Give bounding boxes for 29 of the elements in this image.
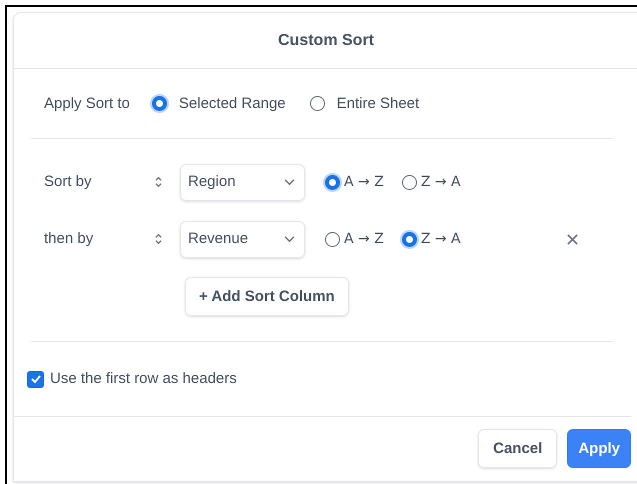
column-select[interactable]: Region [180, 164, 305, 201]
checkbox[interactable] [27, 370, 44, 388]
radio-label: Entire Sheet [336, 94, 420, 114]
radio-button[interactable] [325, 232, 340, 247]
column-select[interactable]: Revenue [180, 220, 305, 258]
radio-label: Z → A [420, 230, 461, 249]
radio-label: Z → A [420, 172, 461, 192]
radio-label: Selected Range [178, 94, 286, 114]
radio-label: A → Z [344, 230, 384, 249]
radio-button[interactable] [310, 96, 325, 112]
drag-handle-icon[interactable] [154, 233, 163, 246]
radio-button[interactable] [152, 96, 167, 112]
field-label: Apply Sort to [44, 94, 130, 114]
add-sort-column-button[interactable]: + Add Sort Column [185, 277, 349, 316]
field-label: Sort by [44, 172, 93, 192]
close-icon[interactable] [567, 234, 578, 245]
radio-button[interactable] [402, 232, 417, 247]
drag-handle-icon[interactable] [154, 176, 163, 188]
cancel-button[interactable]: Cancel [478, 429, 558, 468]
dialog-title: Custom Sort [278, 30, 374, 51]
field-label: then by [44, 229, 94, 250]
radio-label: A → Z [344, 172, 384, 192]
checkbox-label: Use the first row as headers [50, 368, 237, 389]
radio-button[interactable] [402, 174, 417, 190]
radio-button[interactable] [325, 174, 340, 190]
chevron-down-icon [284, 236, 295, 243]
check-icon [30, 373, 42, 386]
apply-button[interactable]: Apply [567, 429, 631, 468]
chevron-down-icon [284, 178, 295, 186]
